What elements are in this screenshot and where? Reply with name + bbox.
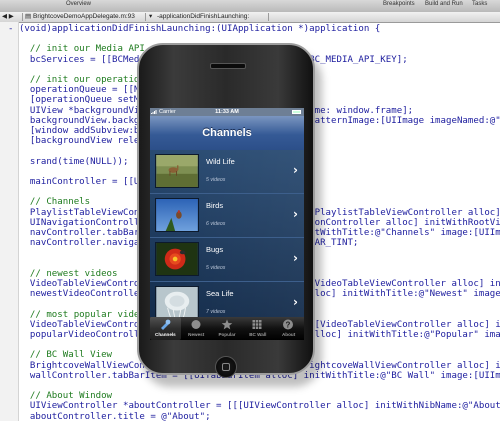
home-button[interactable] (215, 356, 237, 378)
code-line: aboutController.title = @"About"; (8, 411, 211, 421)
code-line: - (void)applicationDidFinishLaunching:(U… (8, 24, 381, 34)
row-subtitle: 5 videos (206, 265, 226, 271)
nav-title: Channels (202, 127, 252, 139)
editor-path-bar: ◀ ▶ ▤ BrightcoveDemoAppDelegate.m:93 ▾ -… (0, 12, 500, 23)
chevron-right-icon: › (293, 251, 298, 265)
file-icon: ▤ (25, 13, 32, 20)
row-title: Wild Life (206, 157, 235, 166)
tab-label: BC Wall (249, 332, 267, 337)
wild-life-thumbnail (155, 154, 199, 188)
row-title: Bugs (206, 245, 224, 254)
channel-row-bugs[interactable]: Bugs 5 videos › (150, 238, 304, 282)
row-title: Birds (206, 201, 224, 210)
circle-icon (191, 320, 201, 329)
clock: 11:33 AM (215, 109, 239, 115)
question-icon: ? (283, 319, 294, 330)
speaker-grille (210, 63, 246, 69)
row-title: Sea Life (206, 289, 234, 298)
overview-label[interactable]: Overview (66, 0, 91, 8)
file-popup[interactable]: BrightcoveDemoAppDelegate.m:93 (33, 13, 135, 21)
tab-channels[interactable]: Channels (150, 317, 181, 340)
row-subtitle: 7 videos (206, 309, 226, 315)
code-line: srand(time(NULL)); (8, 156, 129, 167)
method-popup[interactable]: -applicationDidFinishLaunching: (157, 13, 249, 21)
back-arrow-icon[interactable]: ◀ ▶ (2, 13, 14, 21)
tab-label: Channels (155, 332, 176, 337)
sea-life-thumbnail (155, 286, 199, 320)
iphone-screen: Carrier 11:33 AM Channels Wild Life 5 vi… (150, 108, 304, 340)
battery-icon (292, 110, 301, 114)
chevron-right-icon: › (293, 163, 298, 177)
tab-bar: Channels Newest Popular BC Wall ? About (150, 317, 304, 340)
tab-label: Popular (218, 332, 236, 337)
navigation-bar: Channels (150, 116, 304, 151)
chevron-right-icon: › (293, 207, 298, 221)
method-popup-icon: ▾ (149, 13, 153, 20)
channel-row-wild-life[interactable]: Wild Life 5 videos › (150, 150, 304, 194)
status-bar: Carrier 11:33 AM (150, 108, 304, 116)
row-subtitle: 6 videos (206, 221, 226, 227)
star-icon (221, 319, 232, 330)
tab-bc-wall[interactable]: BC Wall (242, 317, 273, 340)
tab-label: About (281, 332, 296, 337)
tab-popular[interactable]: Popular (212, 317, 243, 340)
build-and-run-label[interactable]: Build and Run (425, 0, 463, 8)
grid-icon (252, 320, 262, 329)
channel-row-birds[interactable]: Birds 6 videos › (150, 194, 304, 238)
tasks-label[interactable]: Tasks (472, 0, 487, 8)
row-subtitle: 5 videos (206, 177, 226, 183)
breakpoints-label[interactable]: Breakpoints (383, 0, 415, 8)
svg-text:?: ? (286, 321, 291, 330)
tab-about[interactable]: ? About (273, 317, 304, 340)
tab-newest[interactable]: Newest (181, 317, 212, 340)
chevron-right-icon: › (293, 295, 298, 309)
tab-label: Newest (188, 332, 205, 337)
birds-thumbnail (155, 198, 199, 232)
bugs-thumbnail (155, 242, 199, 276)
microphone-icon (161, 319, 171, 330)
channel-list: Wild Life 5 videos › Birds 6 videos › Bu… (150, 150, 304, 326)
